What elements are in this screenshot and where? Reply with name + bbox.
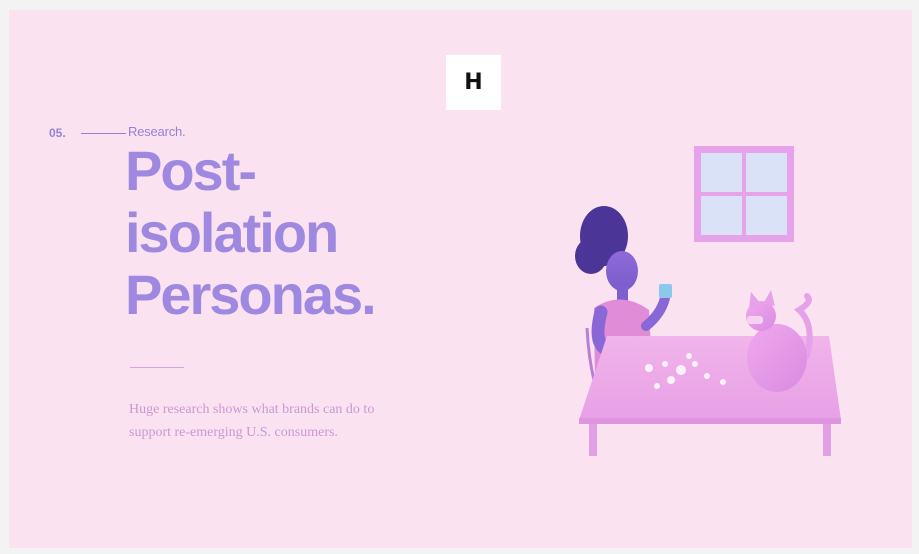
section-number: 05. bbox=[49, 126, 66, 140]
brand-logo[interactable]: H bbox=[446, 55, 501, 110]
brand-logo-letter: H bbox=[464, 70, 483, 95]
cat-icon bbox=[746, 290, 813, 392]
headline-line-1: Post- bbox=[125, 139, 257, 202]
headline: Post- isolation Personas. bbox=[125, 139, 377, 326]
divider bbox=[130, 367, 184, 368]
section-label: Research. bbox=[128, 124, 186, 139]
woman-with-cat-illustration bbox=[575, 146, 841, 456]
window-icon bbox=[694, 146, 794, 242]
slide: H 05. Research. Post- isolation Personas… bbox=[9, 10, 912, 548]
section-rule bbox=[81, 133, 126, 134]
headline-line-3: Personas. bbox=[125, 263, 377, 326]
description: Huge research shows what brands can do t… bbox=[129, 402, 375, 440]
headline-line-2: isolation bbox=[125, 201, 339, 264]
